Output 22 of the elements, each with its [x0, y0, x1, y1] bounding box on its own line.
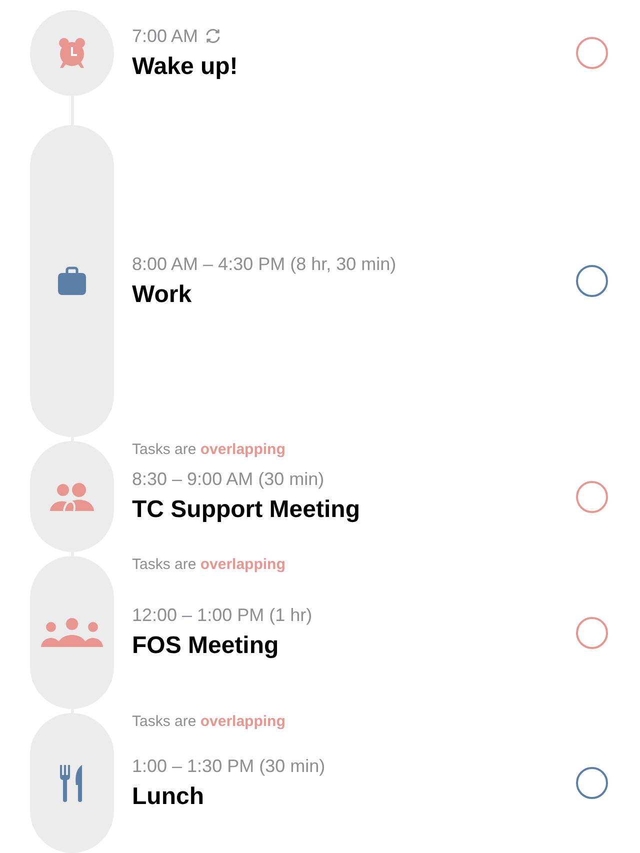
task-title: Lunch: [132, 782, 205, 810]
task-time: 7:00 AM: [132, 26, 198, 46]
briefcase-icon: [56, 265, 88, 297]
complete-checkbox[interactable]: [576, 616, 608, 648]
complete-checkbox[interactable]: [576, 480, 608, 512]
task-time: 12:00 – 1:00 PM (1 hr): [132, 605, 312, 626]
task-time: 8:00 AM – 4:30 PM (8 hr, 30 min): [132, 254, 396, 274]
task-title: FOS Meeting: [132, 632, 280, 660]
overlap-warning: Tasks are overlapping: [132, 713, 286, 730]
two-people-icon: [49, 480, 95, 512]
task-title: TC Support Meeting: [132, 496, 361, 524]
complete-checkbox[interactable]: [576, 37, 608, 69]
fork-knife-icon: [59, 763, 85, 803]
task-title: Work: [132, 280, 193, 308]
task-time: 8:30 – 9:00 AM (30 min): [132, 469, 324, 490]
overlap-warning: Tasks are overlapping: [132, 556, 286, 573]
task-title: Wake up!: [132, 52, 239, 80]
task-time: 1:00 – 1:30 PM (30 min): [132, 756, 326, 776]
complete-checkbox[interactable]: [576, 265, 608, 297]
group-people-icon: [41, 618, 103, 648]
overlap-warning: Tasks are overlapping: [132, 441, 286, 458]
complete-checkbox[interactable]: [576, 767, 608, 799]
